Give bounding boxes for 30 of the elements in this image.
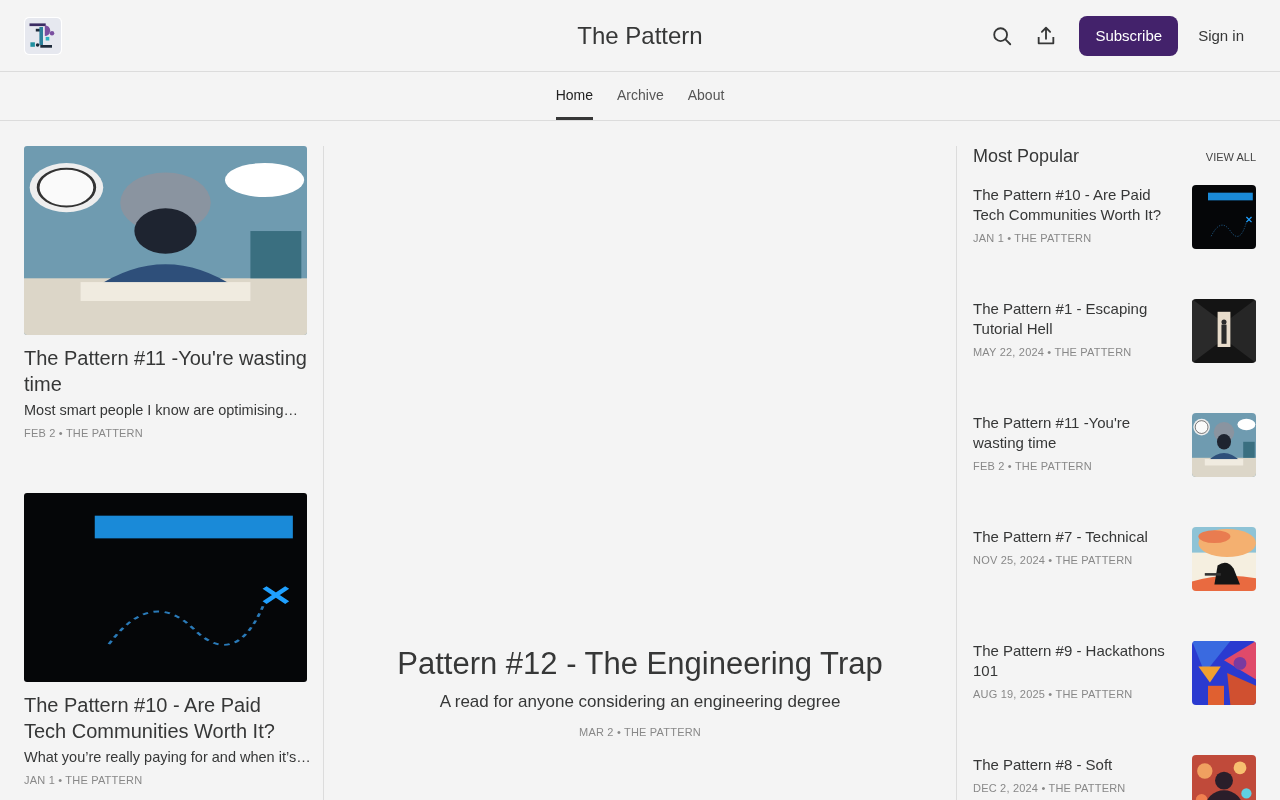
view-all-link[interactable]: VIEW ALL [1205, 150, 1256, 163]
post-title[interactable]: The Pattern #1 - Escaping Tutorial Hell [973, 299, 1173, 339]
publication-title[interactable]: The Pattern [577, 21, 703, 50]
nav-tab[interactable]: Home [555, 72, 594, 120]
subscribe-button[interactable]: Subscribe [1079, 15, 1179, 56]
post-title[interactable]: The Pattern #8 - Soft [973, 755, 1173, 775]
post-meta: FEB 2 • THE PATTERN [24, 427, 144, 439]
nav-tab[interactable]: About [687, 72, 725, 120]
section-heading: Most Popular [973, 146, 1080, 167]
post-meta: FEB 2 • THE PATTERN [973, 460, 1093, 472]
featured-post-title[interactable]: Pattern #12 - The Engineering Trap [397, 646, 883, 682]
nav-tab[interactable]: Archive [617, 72, 664, 120]
post-meta: DEC 2, 2024 • THE PATTERN [973, 782, 1127, 794]
post-title[interactable]: The Pattern #11 -You're wasting time [24, 345, 307, 397]
post-title[interactable]: The Pattern #7 - Technical [973, 527, 1173, 547]
post-meta: NOV 25, 2024 • THE PATTERN [973, 554, 1134, 566]
post-meta: JAN 1 • THE PATTERN [973, 232, 1093, 244]
post-title[interactable]: The Pattern #10 - Are Paid Tech Communities Worth It? [24, 692, 307, 744]
post-meta: AUG 19, 2025 • THE PATTERN [973, 688, 1134, 700]
post-meta: MAY 22, 2024 • THE PATTERN [973, 346, 1133, 358]
sign-in-button[interactable]: Sign in [1186, 17, 1256, 54]
post-meta: MAR 2 • THE PATTERN [579, 726, 701, 738]
post-subtitle: What you’re really paying for and when it’s… [24, 748, 307, 767]
featured-post-subtitle: A read for anyone considering an engineering degree [439, 692, 841, 712]
post-subtitle: Most smart people I know are optimising… [24, 401, 299, 420]
post-title[interactable]: The Pattern #9 - Hackathons 101 [973, 641, 1173, 681]
post-title[interactable]: The Pattern #10 - Are Paid Tech Communities Worth It? [973, 185, 1173, 225]
logo-icon[interactable] [24, 16, 62, 55]
post-title[interactable]: The Pattern #11 -You're wasting time [973, 413, 1173, 453]
post-meta: JAN 1 • THE PATTERN [24, 774, 144, 786]
